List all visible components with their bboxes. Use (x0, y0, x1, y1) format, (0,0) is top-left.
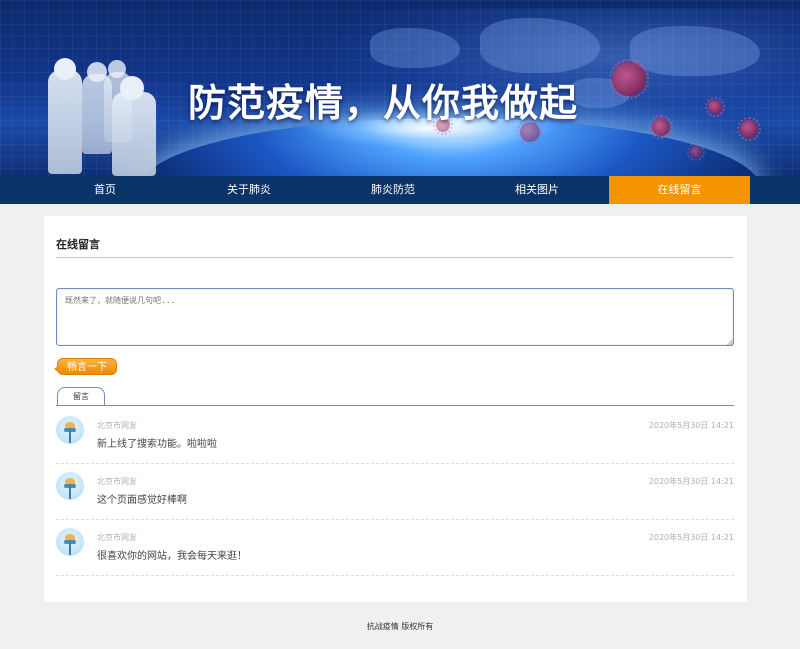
medical-worker-figure (112, 92, 156, 176)
submit-button[interactable]: 畅言一下 (54, 358, 117, 375)
comment-item: 北京市网友 2020年5月30日 14:21 很喜欢你的网站，我会每天来逛！ (56, 520, 734, 576)
medical-worker-head (120, 76, 144, 100)
user-avatar-icon (56, 528, 84, 556)
resize-handle-icon[interactable] (727, 339, 733, 345)
panel-title: 在线留言 (56, 238, 100, 251)
nav-item-prevention[interactable]: 肺炎防范 (321, 176, 465, 204)
medical-worker-head (108, 60, 126, 78)
comment-item: 北京市网友 2020年5月30日 14:21 新上线了搜索功能。啦啦啦 (56, 408, 734, 464)
medical-workers-graphic (40, 52, 180, 176)
banner: 防范疫情，从你我做起 (0, 0, 800, 176)
map-continent (370, 28, 460, 68)
nav-item-home[interactable]: 首页 (33, 176, 177, 204)
message-input[interactable] (56, 288, 734, 346)
guestbook-panel: 在线留言 畅言一下 留言 北京市网友 2020年5月30日 14:21 新上线了… (44, 216, 747, 602)
nav-item-about-pneumonia[interactable]: 关于肺炎 (177, 176, 321, 204)
tab-divider (56, 405, 734, 406)
user-avatar-icon (56, 416, 84, 444)
virus-icon (649, 115, 673, 139)
comment-list: 北京市网友 2020年5月30日 14:21 新上线了搜索功能。啦啦啦 北京市网… (56, 408, 734, 576)
medical-worker-head (54, 58, 76, 80)
banner-title: 防范疫情，从你我做起 (188, 81, 579, 125)
virus-icon (705, 97, 725, 117)
virus-icon (687, 143, 705, 161)
comment-time: 2020年5月30日 14:21 (648, 533, 734, 542)
user-avatar-icon (56, 472, 84, 500)
tab-messages[interactable]: 留言 (57, 387, 105, 406)
virus-icon (737, 117, 761, 141)
map-continent (480, 18, 600, 73)
main-nav: 首页 关于肺炎 肺炎防范 相关图片 在线留言 (0, 176, 800, 204)
nav-item-pictures[interactable]: 相关图片 (465, 176, 609, 204)
comment-author: 北京市网友 (97, 533, 137, 542)
comment-text: 很喜欢你的网站，我会每天来逛！ (97, 551, 247, 562)
comment-author: 北京市网友 (97, 421, 137, 430)
comment-time: 2020年5月30日 14:21 (648, 477, 734, 486)
comment-time: 2020年5月30日 14:21 (648, 421, 734, 430)
virus-icon (609, 59, 649, 99)
medical-worker-figure (48, 70, 82, 174)
comment-text: 这个页面感觉好棒啊 (97, 495, 187, 506)
nav-item-guestbook[interactable]: 在线留言 (609, 176, 750, 204)
footer-copyright: 抗战疫情 版权所有 (366, 622, 434, 631)
title-divider (56, 257, 734, 258)
comment-item: 北京市网友 2020年5月30日 14:21 这个页面感觉好棒啊 (56, 464, 734, 520)
map-continent (630, 26, 760, 76)
comment-author: 北京市网友 (97, 477, 137, 486)
comment-text: 新上线了搜索功能。啦啦啦 (97, 439, 217, 450)
